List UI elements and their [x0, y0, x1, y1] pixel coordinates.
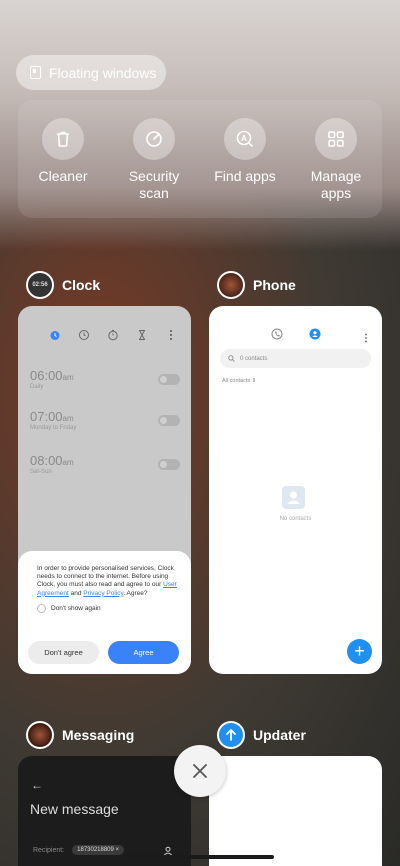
dialog-text-part: In order to provide personalised service… — [37, 565, 174, 589]
alarm-repeat: Daily — [30, 384, 44, 390]
contacts-tab-icon[interactable] — [309, 328, 321, 340]
call-log-tab-icon[interactable] — [271, 328, 283, 340]
alarm-time: 07:00 — [30, 409, 63, 424]
timer-tab-icon[interactable] — [135, 328, 149, 342]
clock-app-name: Clock — [62, 277, 101, 293]
security-scan-icon — [133, 118, 175, 160]
alarm-repeat: Sat-Sun — [30, 469, 52, 475]
filter-label: All contacts — [222, 378, 251, 384]
trash-icon — [42, 118, 84, 160]
more-menu-icon[interactable] — [164, 328, 178, 342]
quick-action-label: Manage apps — [310, 168, 362, 201]
all-contacts-filter[interactable]: All contacts ⇕ — [222, 378, 256, 384]
dialog-text-part: and — [68, 589, 84, 597]
world-clock-tab-icon[interactable] — [77, 328, 91, 342]
no-contacts-text: No contacts — [279, 516, 312, 522]
phone-tabs — [271, 328, 321, 340]
search-placeholder: 0 contacts — [240, 355, 268, 362]
phone-app-icon — [217, 271, 245, 299]
alarm-toggle[interactable] — [158, 374, 180, 385]
dialog-text-part: . Agree? — [123, 589, 148, 597]
clock-app-card[interactable]: 06:00am Daily 07:00am Monday to Friday 0… — [18, 306, 191, 674]
messaging-app-name: Messaging — [62, 727, 135, 743]
add-contact-button[interactable]: + — [347, 639, 372, 664]
floating-window-icon — [30, 66, 41, 79]
phone-more-menu-icon[interactable] — [364, 330, 368, 348]
alarm-item[interactable]: 08:00am Sat-Sun — [30, 453, 180, 475]
phone-app-name: Phone — [253, 277, 296, 293]
alarm-tab-icon[interactable] — [48, 328, 62, 342]
recipient-label: Recipient: — [33, 846, 65, 854]
dont-show-again-checkbox[interactable]: Don't show again — [37, 603, 177, 613]
alarm-repeat: Monday to Friday — [30, 425, 77, 431]
contacts-search-input[interactable]: 0 contacts — [220, 349, 371, 368]
recipient-chip[interactable]: 18730218809 × — [72, 845, 125, 855]
alarm-ampm: am — [62, 458, 74, 467]
quick-action-label: Security scan — [128, 168, 180, 201]
quick-actions-panel: Cleaner Security scan A Find apps Manage… — [18, 100, 382, 218]
recipient-row: Recipient: 18730218809 × — [33, 845, 125, 855]
svg-text:A: A — [241, 134, 247, 143]
home-indicator[interactable] — [126, 855, 274, 859]
updater-app-card[interactable] — [209, 756, 382, 866]
updater-app-name: Updater — [253, 727, 306, 743]
phone-app-card[interactable]: 0 contacts All contacts ⇕ No contacts + — [209, 306, 382, 674]
quick-action-label: Cleaner — [38, 168, 88, 184]
clear-all-button[interactable] — [174, 745, 226, 797]
messaging-app-header[interactable]: Messaging — [26, 721, 134, 749]
privacy-policy-link[interactable]: Privacy Policy — [83, 590, 123, 597]
updater-app-icon — [217, 721, 245, 749]
dialog-message: In order to provide personalised service… — [37, 565, 177, 598]
agree-button[interactable]: Agree — [108, 641, 179, 664]
floating-windows-label: Floating windows — [49, 64, 157, 81]
dont-show-again-label: Don't show again — [51, 604, 101, 612]
alarm-time: 06:00 — [30, 368, 63, 383]
back-arrow-icon[interactable]: ← — [31, 778, 43, 792]
alarm-item[interactable]: 06:00am Daily — [30, 368, 180, 390]
new-message-title: New message — [30, 801, 119, 817]
alarm-toggle[interactable] — [158, 459, 180, 470]
updater-app-header[interactable]: Updater — [217, 721, 306, 749]
plus-icon: + — [354, 641, 365, 661]
recipient-number: 18730218809 — [77, 847, 114, 853]
sort-icon: ⇕ — [251, 378, 257, 384]
search-icon — [228, 355, 235, 362]
quick-action-cleaner[interactable]: Cleaner — [18, 118, 108, 185]
messaging-app-card[interactable]: ← New message Recipient: 18730218809 × — [18, 756, 191, 866]
alarm-item[interactable]: 07:00am Monday to Friday — [30, 409, 180, 431]
clock-icon-time: 02:56 — [32, 282, 48, 288]
clock-app-icon: 02:56 — [26, 271, 54, 299]
quick-action-find-apps[interactable]: A Find apps — [200, 118, 290, 185]
find-apps-icon: A — [224, 118, 266, 160]
messaging-app-icon — [26, 721, 54, 749]
floating-windows-button[interactable]: Floating windows — [16, 55, 166, 90]
alarm-toggle[interactable] — [158, 415, 180, 426]
quick-action-label: Find apps — [214, 168, 276, 184]
clock-app-header[interactable]: 02:56 Clock — [26, 271, 100, 299]
quick-action-manage-apps[interactable]: Manage apps — [291, 118, 381, 202]
dont-agree-button[interactable]: Don't agree — [28, 641, 99, 664]
close-icon — [193, 764, 207, 778]
alarm-ampm: am — [62, 373, 74, 382]
checkbox-circle[interactable] — [37, 603, 46, 613]
privacy-dialog: In order to provide personalised service… — [18, 551, 191, 674]
alarm-time: 08:00 — [30, 453, 63, 468]
stopwatch-tab-icon[interactable] — [106, 328, 120, 342]
alarm-ampm: am — [62, 414, 74, 423]
empty-contacts-icon — [282, 486, 305, 509]
grid-icon — [315, 118, 357, 160]
quick-action-security-scan[interactable]: Security scan — [109, 118, 199, 202]
phone-app-header[interactable]: Phone — [217, 271, 296, 299]
clock-tabs — [48, 328, 178, 342]
